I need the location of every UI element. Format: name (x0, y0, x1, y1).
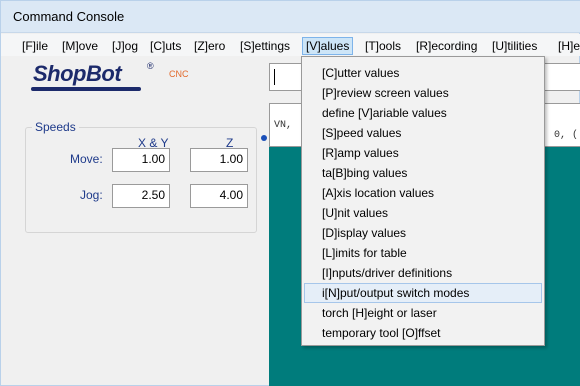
menu-item-limits-for-table[interactable]: [L]imits for table (304, 243, 542, 263)
menu-item-axis-location-values[interactable]: [A]xis location values (304, 183, 542, 203)
menu-item-speed-values[interactable]: [S]peed values (304, 123, 542, 143)
menu-jog[interactable]: [J]og (109, 37, 141, 55)
menu-item-inputs-driver-definitions[interactable]: [I]nputs/driver definitions (304, 263, 542, 283)
menu-recording[interactable]: [R]ecording (413, 37, 480, 55)
menu-help[interactable]: [H]e (555, 37, 580, 55)
menu-item-torch-height-or-laser[interactable]: torch [H]eight or laser (304, 303, 542, 323)
menu-utilities[interactable]: [U]tilities (489, 37, 540, 55)
title-bar: Command Console (1, 1, 580, 33)
menu-settings[interactable]: [S]ettings (237, 37, 293, 55)
menu-values[interactable]: [V]alues (302, 37, 354, 55)
menu-item-unit-values[interactable]: [U]nit values (304, 203, 542, 223)
jog-z-speed-field[interactable]: 4.00 (190, 184, 248, 208)
move-z-speed-field[interactable]: 1.00 (190, 148, 248, 172)
menu-item-define-variable-values[interactable]: define [V]ariable values (304, 103, 542, 123)
logo-wordmark: ShopBot (33, 61, 122, 86)
menu-item-ramp-values[interactable]: [R]amp values (304, 143, 542, 163)
values-dropdown-menu: [C]utter values [P]review screen values … (301, 56, 545, 346)
move-xy-speed-field[interactable]: 1.00 (112, 148, 170, 172)
menu-zero[interactable]: [Z]ero (191, 37, 228, 55)
menu-item-cutter-values[interactable]: [C]utter values (304, 63, 542, 83)
menu-file[interactable]: [F]ile (19, 37, 51, 55)
shopbot-logo: ShopBot ® CNC (21, 59, 261, 101)
menu-item-display-values[interactable]: [D]isplay values (304, 223, 542, 243)
speeds-legend: Speeds (32, 120, 79, 134)
display-command-prefix: VN, (274, 120, 293, 131)
speeds-group: Speeds X & Y Z Move: 1.00 1.00 Jog: 2.50… (25, 120, 257, 233)
logo-cnc-tag: CNC (169, 69, 189, 79)
logo-registered-mark: ® (147, 61, 154, 71)
menu-item-input-output-switch-modes[interactable]: i[N]put/output switch modes (304, 283, 542, 303)
status-dot-icon (261, 135, 267, 141)
menu-tools[interactable]: [T]ools (362, 37, 404, 55)
menu-bar: [F]ile [M]ove [J]og [C]uts [Z]ero [S]ett… (1, 34, 580, 56)
menu-item-temporary-tool-offset[interactable]: temporary tool [O]ffset (304, 323, 542, 343)
menu-item-tabbing-values[interactable]: ta[B]bing values (304, 163, 542, 183)
command-console-window: Command Console [F]ile [M]ove [J]og [C]u… (0, 0, 580, 386)
logo-swoosh (31, 87, 141, 91)
text-caret (274, 69, 275, 85)
window-title: Command Console (13, 9, 125, 24)
display-values: 0, ( (554, 130, 579, 141)
menu-cuts[interactable]: [C]uts (147, 37, 184, 55)
menu-move[interactable]: [M]ove (59, 37, 101, 55)
jog-xy-speed-field[interactable]: 2.50 (112, 184, 170, 208)
jog-label: Jog: (80, 188, 103, 202)
move-label: Move: (70, 152, 103, 166)
menu-item-preview-screen-values[interactable]: [P]review screen values (304, 83, 542, 103)
